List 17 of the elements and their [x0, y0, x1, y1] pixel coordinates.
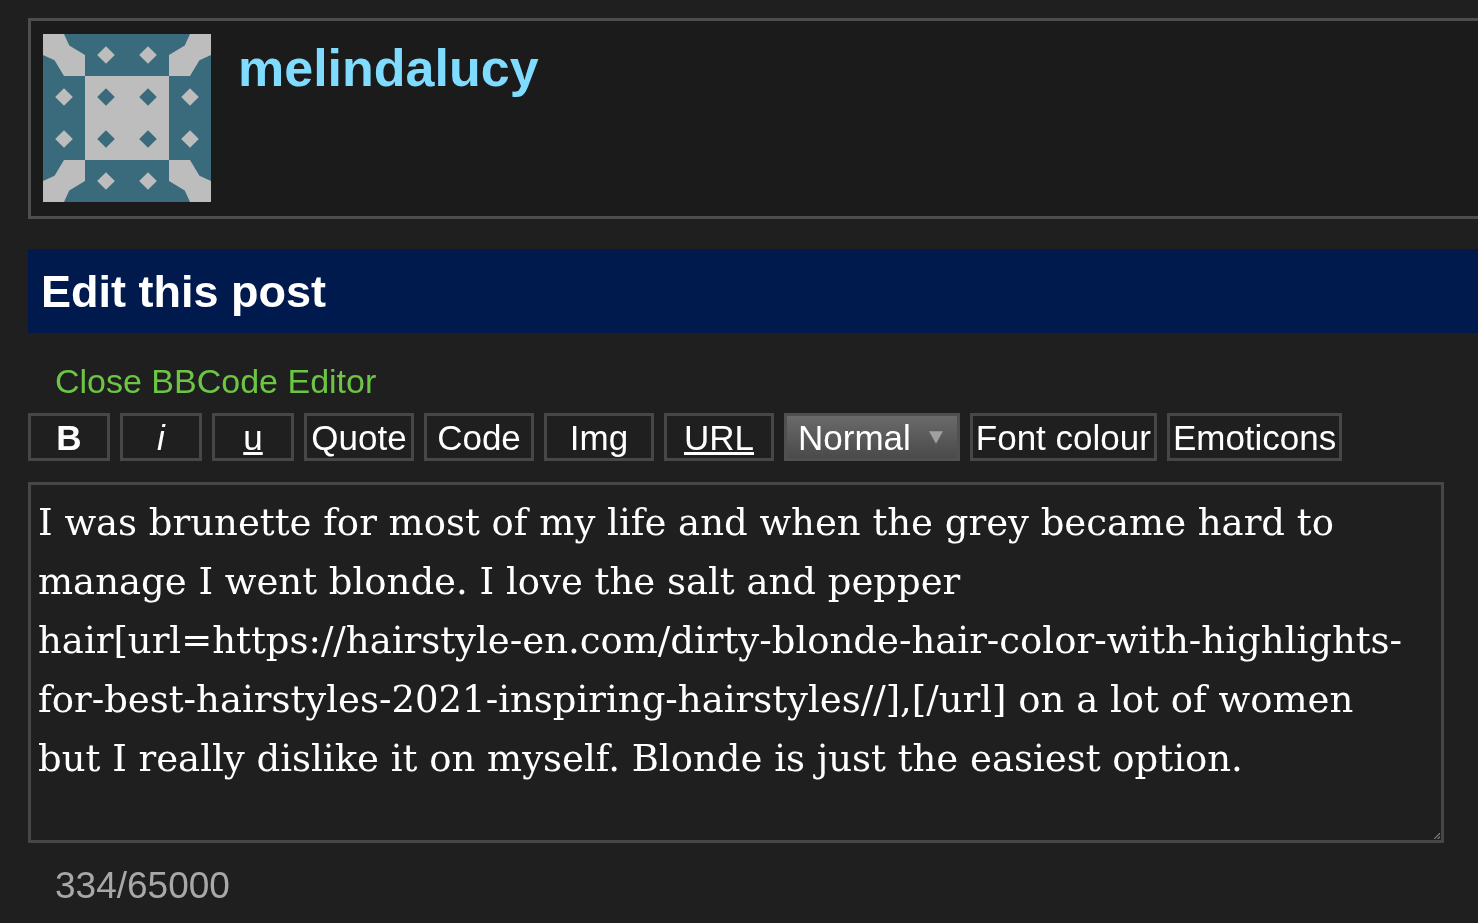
- toolbar-button[interactable]: Quote: [304, 413, 414, 461]
- post-text-field[interactable]: I was brunette for most of my life and when the grey became hard to manage I went blonde. I love the salt and pepper hair[url=https://hairstyle-en.com/dirty-blonde-hair-color-with-highlights-for-best-hairstyles-2021-inspiring-hairstyles//],[/url] on a lot of women but I really dislike it on myself. Blonde is just the easiest option.: [28, 482, 1444, 843]
- close-editor-link[interactable]: Close BBCode Editor: [55, 362, 377, 400]
- toolbar-button[interactable]: Img: [544, 413, 654, 461]
- resize-grip-icon[interactable]: [1433, 832, 1440, 839]
- toolbar-button[interactable]: Font colour: [969, 413, 1157, 461]
- character-count: 334/65000: [55, 867, 230, 904]
- toolbar-button[interactable]: Code: [424, 413, 534, 461]
- toolbar-button[interactable]: Emoticons: [1166, 413, 1343, 461]
- caret-icon: [928, 430, 943, 444]
- section-title: Edit this post: [41, 268, 326, 314]
- identicon-avatar-icon: [43, 34, 211, 202]
- toolbar-button[interactable]: URL: [664, 413, 774, 461]
- toolbar-button[interactable]: B: [28, 413, 110, 461]
- toolbar-button[interactable]: i: [120, 413, 202, 461]
- toolbar-button[interactable]: u: [212, 413, 294, 461]
- text-size-dropdown[interactable]: Normal: [784, 413, 960, 461]
